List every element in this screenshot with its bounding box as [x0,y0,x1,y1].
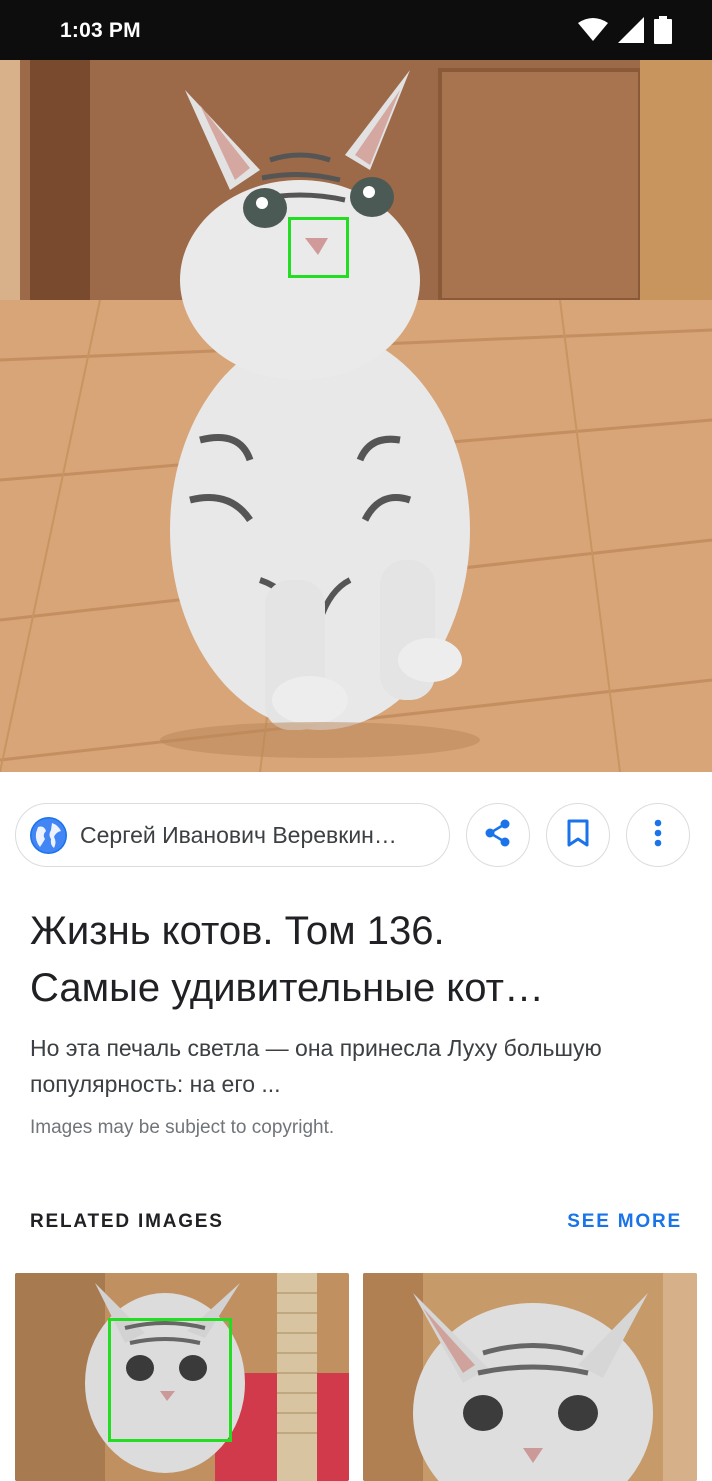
related-images-header: RELATED IMAGES [30,1211,224,1232]
face-detection-box [288,217,349,278]
signal-icon [618,17,644,43]
result-title-line1: Жизнь котов. Том 136. [30,909,445,953]
share-icon [483,818,513,853]
bookmark-icon [566,819,590,852]
status-icons [578,16,672,44]
related-image-1[interactable] [15,1273,349,1481]
save-button[interactable] [546,803,610,867]
copyright-notice: Images may be subject to copyright. [30,1117,335,1138]
thumb-detection-box [108,1318,232,1442]
status-time: 1:03 PM [60,19,141,42]
wifi-icon [578,18,608,42]
share-button[interactable] [466,803,530,867]
related-cat-photo-2 [363,1273,697,1481]
result-title[interactable]: Жизнь котов. Том 136. Самые удивительные… [30,903,680,1017]
more-options-button[interactable] [626,803,690,867]
hero-image[interactable] [0,60,712,772]
status-bar: 1:03 PM [0,0,712,60]
result-description-line1: Но эта печаль светла — она принесла Луху… [30,1035,602,1061]
result-description-line2: популярность: на его ... [30,1071,281,1097]
result-description: Но эта печаль светла — она принесла Луху… [30,1030,690,1102]
globe-icon [30,816,67,854]
battery-icon [654,16,672,44]
source-chip[interactable]: Сергей Иванович Веревкин… [15,803,450,867]
related-image-2[interactable] [363,1273,697,1481]
result-title-line2: Самые удивительные кот… [30,966,544,1010]
more-vert-icon [653,818,663,853]
source-name: Сергей Иванович Веревкин… [80,821,397,848]
cat-photo [0,60,712,772]
action-row: Сергей Иванович Веревкин… [15,803,691,867]
see-more-link[interactable]: SEE MORE [567,1211,682,1233]
